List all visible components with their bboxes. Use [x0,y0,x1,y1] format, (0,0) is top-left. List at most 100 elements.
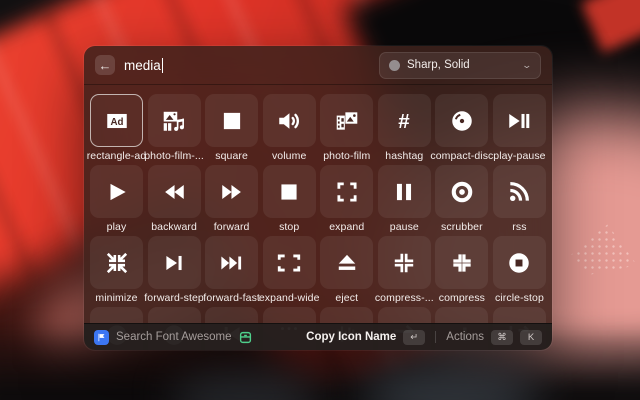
eject-icon [334,250,360,276]
icon-tile-photo-film-music[interactable] [148,94,201,147]
icon-cell: expand-wide [263,236,316,307]
icon-tile-play-pause[interactable] [493,94,546,147]
flag-icon [94,330,109,345]
vault-icon [239,331,252,344]
hashtag-icon: # [391,108,417,134]
icon-label: scrubber [441,221,483,233]
compress-icon [449,250,475,276]
search-input[interactable]: media [124,58,163,73]
icon-tile-hashtag[interactable]: # [378,94,431,147]
icon-label: expand [329,221,364,233]
icon-cell: photo-film [320,94,373,165]
icon-label: stop [279,221,299,233]
icon-cell: backward [148,165,201,236]
icon-label: backward [151,221,197,233]
chevron-down-icon: ⌄ [522,61,533,70]
icon-tile-rectangle-ad[interactable]: Ad [90,94,143,147]
style-dropdown[interactable]: Sharp, Solid ⌄ [379,52,541,79]
icon-tile-forward-fast[interactable] [205,236,258,289]
rectangle-ad-icon: Ad [104,108,130,134]
rss-icon [506,179,532,205]
icon-cell: forward-step [148,236,201,307]
forward-icon [219,179,245,205]
k-key-badge[interactable]: K [520,330,542,345]
icon-cell: rss [493,165,546,236]
command-key-badge[interactable]: ⌘ [491,330,513,345]
app-label: Search Font Awesome [116,331,232,343]
icon-tile-eject[interactable] [320,236,373,289]
icon-tile-compress[interactable] [435,236,488,289]
icon-cell: scrubber [435,165,488,236]
forward-fast-icon [219,250,245,276]
icon-tile-backward[interactable] [148,165,201,218]
style-dot-icon [389,60,400,71]
icon-label: rss [512,221,526,233]
font-awesome-search-window: ← media Sharp, Solid ⌄ Adrectangle-adpho… [84,46,552,350]
pause-icon [391,179,417,205]
icon-tile-play[interactable] [90,165,143,218]
text-caret [162,58,164,73]
icon-label: rectangle-ad [87,150,147,162]
compress-alt-icon [391,250,417,276]
search-header: ← media Sharp, Solid ⌄ [84,46,552,84]
icon-grid-row: playbackwardforwardstopexpandpausescrubb… [90,165,546,236]
minimize-icon [104,250,130,276]
square-icon [219,108,245,134]
arrow-left-icon: ← [99,59,112,72]
icon-cell: circle-stop [493,236,546,307]
icon-cell: Adrectangle-ad [90,94,143,165]
icon-cell: eject [320,236,373,307]
icon-tile-rss[interactable] [493,165,546,218]
scrubber-icon [449,179,475,205]
play-pause-icon [506,108,532,134]
icon-label: compact-disc [430,150,493,162]
icon-cell: compact-disc [435,94,488,165]
icon-tile-stop[interactable] [263,165,316,218]
icon-tile-circle-stop[interactable] [493,236,546,289]
icon-label: forward-fast [203,292,260,304]
footer-bar: Search Font Awesome Copy Icon Name ↵ Act… [84,323,552,350]
forward-step-icon [161,250,187,276]
play-icon [104,179,130,205]
stop-icon [276,179,302,205]
icon-cell: minimize [90,236,143,307]
footer-divider [435,331,436,343]
icon-cell: expand [320,165,373,236]
icon-label: photo-film [323,150,370,162]
compact-disc-icon [449,108,475,134]
icon-cell: forward-fast [205,236,258,307]
icon-tile-forward-step[interactable] [148,236,201,289]
icon-label: minimize [95,292,137,304]
icon-label: play-pause [493,150,545,162]
photo-film-icon [334,108,360,134]
icon-tile-compact-disc[interactable] [435,94,488,147]
icon-tile-scrubber[interactable] [435,165,488,218]
icon-label: compress [439,292,485,304]
copy-icon-name-action[interactable]: Copy Icon Name [306,331,396,343]
actions-label[interactable]: Actions [446,331,484,343]
icon-tile-minimize[interactable] [90,236,143,289]
icon-tile-expand-wide[interactable] [263,236,316,289]
icon-label: photo-film-... [144,150,204,162]
photo-film-music-icon [161,108,187,134]
return-key-badge[interactable]: ↵ [403,330,425,345]
icon-tile-expand[interactable] [320,165,373,218]
back-button[interactable]: ← [95,55,115,75]
icon-label: pause [390,221,419,233]
icon-tile-compress-alt[interactable] [378,236,431,289]
icon-cell: compress [435,236,488,307]
expand-wide-icon [276,250,302,276]
icon-tile-pause[interactable] [378,165,431,218]
icon-tile-square[interactable] [205,94,258,147]
icon-label: hashtag [385,150,423,162]
icon-tile-forward[interactable] [205,165,258,218]
circle-stop-icon [506,250,532,276]
style-dropdown-label: Sharp, Solid [407,59,516,71]
icon-grid-row: Adrectangle-adphoto-film-...squarevolume… [90,94,546,165]
icon-tile-volume[interactable] [263,94,316,147]
icon-label: forward [214,221,250,233]
icon-label: square [215,150,248,162]
icon-tile-photo-film[interactable] [320,94,373,147]
volume-icon [276,108,302,134]
icon-cell: volume [263,94,316,165]
